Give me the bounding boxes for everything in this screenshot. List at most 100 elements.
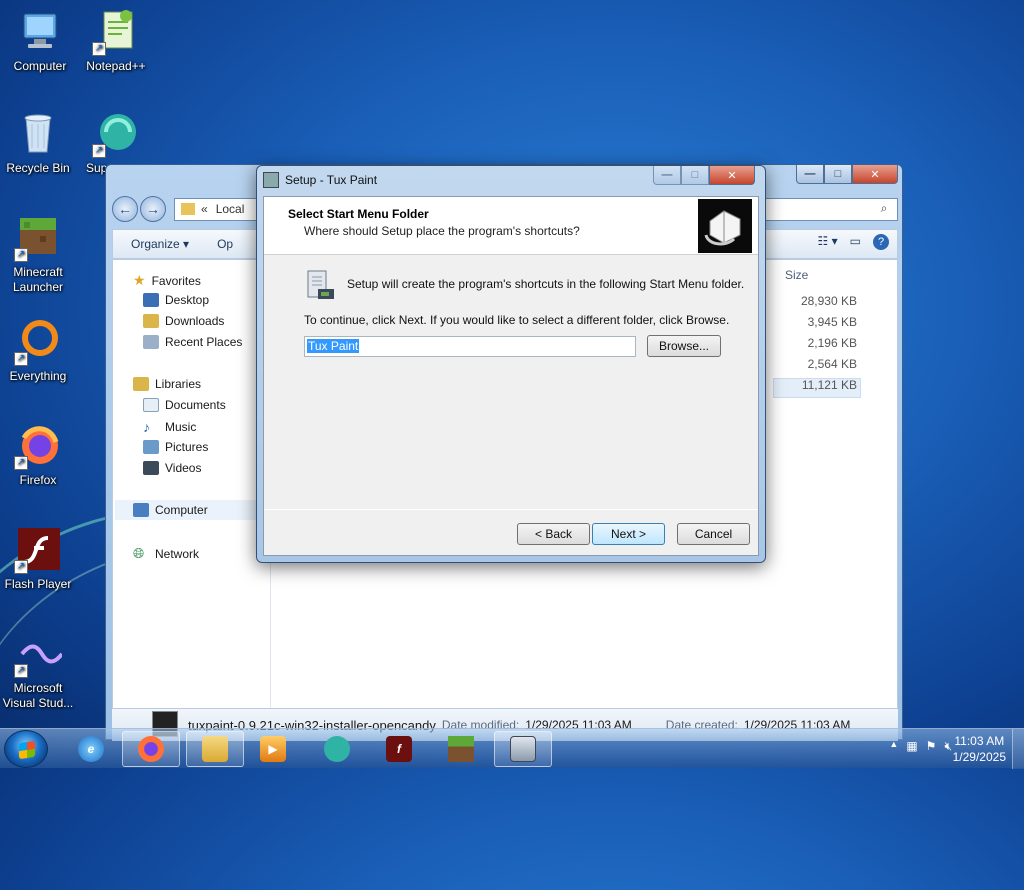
help-icon[interactable]: ?: [873, 234, 889, 250]
taskbar-tuxpaint-setup[interactable]: [494, 731, 552, 767]
media-player-icon: ▶: [260, 736, 286, 762]
organize-button[interactable]: Organize ▾: [131, 237, 189, 251]
file-size: 2,196 KB: [807, 336, 857, 350]
libraries-icon: [133, 377, 149, 391]
desktop-icon: [143, 293, 159, 307]
maximize-button: □: [681, 166, 709, 185]
preview-pane-icon[interactable]: ▭: [850, 234, 861, 250]
music-icon: ♪: [143, 419, 150, 435]
desktop-icon-label: Everything: [9, 369, 67, 383]
action-center-flag-icon[interactable]: ⚑: [926, 739, 937, 754]
folder-icon: [181, 203, 195, 215]
maximize-button[interactable]: □: [824, 165, 852, 184]
computer-icon: [16, 8, 64, 56]
tray-expand-icon[interactable]: ▲: [889, 739, 898, 754]
setup-dialog-title: Setup - Tux Paint: [285, 173, 378, 187]
firefox-icon: [138, 736, 164, 762]
taskbar-flash[interactable]: f: [370, 731, 428, 767]
taskbar: e ▶ f ▲ ▦ ⚑ 🔇︎ 11:03 AM 1/29/2025: [0, 728, 1024, 769]
nav-item-videos[interactable]: Videos: [143, 461, 201, 475]
shortcut-arrow-icon: ↗: [14, 248, 28, 262]
browse-button[interactable]: Browse...: [647, 335, 721, 357]
recent-places-icon: [143, 335, 159, 349]
desktop-icon-computer[interactable]: Computer: [2, 8, 78, 74]
folder-input-value: Tux Paint: [307, 339, 360, 353]
desktop-icon-label: Notepad++: [86, 59, 146, 73]
support-icon: ↗: [92, 110, 140, 158]
desktop-icon-label: Minecraft Launcher: [12, 265, 64, 294]
everything-icon: ↗: [14, 318, 62, 366]
support-icon: [324, 736, 350, 762]
nav-item-desktop[interactable]: Desktop: [143, 293, 209, 307]
firefox-icon: ↗: [14, 422, 62, 470]
setup-separator: [264, 509, 758, 510]
setup-info-text: Setup will create the program's shortcut…: [347, 277, 745, 291]
nav-item-pictures[interactable]: Pictures: [143, 440, 208, 454]
installer-logo-icon: [698, 199, 752, 253]
desktop-icon-everything[interactable]: ↗ Everything: [0, 318, 76, 384]
nav-item-documents[interactable]: Documents: [143, 398, 226, 412]
shortcut-arrow-icon: ↗: [14, 560, 28, 574]
cancel-button[interactable]: Cancel: [677, 523, 750, 545]
desktop-icon-label: Computer: [13, 59, 67, 73]
taskbar-support-app[interactable]: [308, 731, 366, 767]
views-icon[interactable]: ☷ ▾: [818, 234, 838, 250]
next-button[interactable]: Next >: [592, 523, 665, 545]
nav-item-computer[interactable]: Computer: [133, 503, 208, 517]
taskbar-explorer[interactable]: [186, 731, 244, 767]
desktop-icon-minecraft[interactable]: ↗ Minecraft Launcher: [0, 214, 76, 295]
shortcut-arrow-icon: ↗: [14, 664, 28, 678]
system-clock[interactable]: 11:03 AM 1/29/2025: [953, 733, 1006, 765]
file-size: 11,121 KB: [801, 378, 857, 392]
setup-installer-icon: [510, 736, 536, 762]
start-menu-folder-input[interactable]: Tux Paint: [304, 336, 636, 357]
close-button[interactable]: ✕: [709, 166, 755, 185]
nav-item-music[interactable]: ♪ Music: [143, 419, 196, 435]
show-desktop-button[interactable]: [1012, 729, 1024, 769]
nav-item-downloads[interactable]: Downloads: [143, 314, 224, 328]
nav-item-network[interactable]: 🌐︎ Network: [133, 545, 199, 562]
desktop-icon-notepadpp[interactable]: ↗ Notepad++: [78, 8, 154, 74]
documents-icon: [143, 398, 159, 412]
file-size: 2,564 KB: [807, 357, 857, 371]
nav-item-recent-places[interactable]: Recent Places: [143, 335, 242, 349]
back-nav-button[interactable]: ←: [112, 196, 138, 222]
address-overflow[interactable]: «: [201, 202, 208, 216]
desktop-icon-recycle-bin[interactable]: Recycle Bin: [0, 110, 76, 176]
taskbar-media-player[interactable]: ▶: [244, 731, 302, 767]
size-column-header[interactable]: Size: [785, 268, 808, 282]
flash-icon: ↗: [14, 526, 62, 574]
network-icon: 🌐︎: [133, 545, 145, 561]
network-status-icon[interactable]: ▦: [906, 739, 917, 754]
setup-step-subtitle: Where should Setup place the program's s…: [304, 224, 580, 238]
pictures-icon: [143, 440, 159, 454]
desktop-icon-firefox[interactable]: ↗ Firefox: [0, 422, 76, 488]
close-button[interactable]: ✕: [852, 165, 898, 184]
volume-muted-icon[interactable]: 🔇︎: [944, 739, 952, 754]
shortcut-arrow-icon: ↗: [14, 352, 28, 366]
shortcut-arrow-icon: ↗: [92, 144, 106, 158]
taskbar-firefox[interactable]: [122, 731, 180, 767]
minimize-button[interactable]: —: [796, 165, 824, 184]
forward-nav-button[interactable]: →: [140, 196, 166, 222]
videos-icon: [143, 461, 159, 475]
taskbar-ie[interactable]: e: [62, 731, 120, 767]
desktop-icon-vstudio[interactable]: ↗ Microsoft Visual Stud...: [0, 630, 76, 711]
setup-step-title: Select Start Menu Folder: [288, 207, 429, 221]
desktop-icon-label: Flash Player: [4, 577, 72, 591]
taskbar-minecraft[interactable]: [432, 731, 490, 767]
open-button[interactable]: Op: [217, 237, 233, 251]
search-icon[interactable]: ⌕: [872, 197, 896, 220]
setup-body: Select Start Menu Folder Where should Se…: [263, 196, 759, 556]
toolbar-right: ☷ ▾ ▭ ?: [818, 234, 889, 250]
start-button[interactable]: [4, 730, 48, 768]
desktop-icon-flash[interactable]: ↗ Flash Player: [0, 526, 76, 592]
flash-icon: f: [386, 736, 412, 762]
setup-dialog[interactable]: Setup - Tux Paint — □ ✕ Select Start Men…: [256, 165, 766, 563]
nav-item-favorites[interactable]: ★ Favorites: [133, 272, 201, 289]
nav-item-libraries[interactable]: Libraries: [133, 377, 201, 391]
back-button[interactable]: < Back: [517, 523, 590, 545]
address-text: Local: [215, 202, 245, 216]
minecraft-icon: [448, 736, 474, 762]
vstudio-icon: ↗: [14, 630, 64, 678]
